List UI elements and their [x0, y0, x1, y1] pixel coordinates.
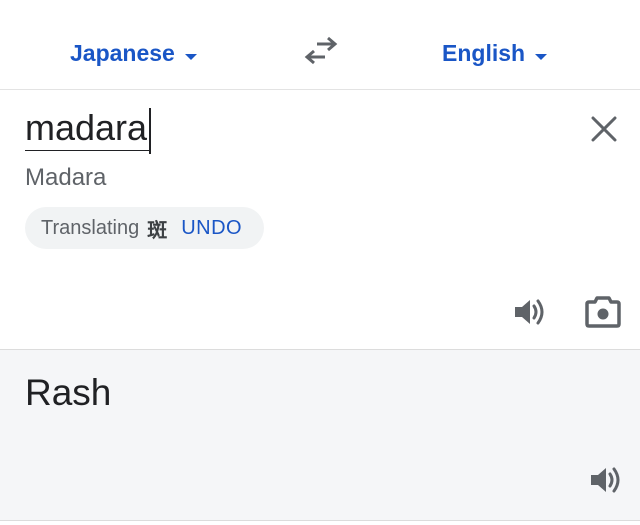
transliteration: Madara — [25, 164, 107, 191]
translation-result: Rash — [25, 372, 112, 413]
dropdown-caret-icon — [535, 53, 548, 60]
dropdown-caret-icon — [184, 53, 197, 60]
chip-kanji: 斑 — [147, 217, 168, 242]
text-cursor — [149, 108, 152, 154]
camera-icon[interactable] — [585, 295, 621, 329]
speaker-icon[interactable] — [588, 463, 622, 497]
close-icon[interactable] — [589, 114, 619, 144]
source-language-button[interactable]: Japanese — [70, 40, 197, 67]
source-panel: madara Madara Translating 斑 UNDO — [0, 90, 640, 350]
swap-arrows-icon[interactable] — [304, 36, 338, 66]
source-input-text[interactable]: madara — [25, 106, 150, 151]
result-panel: Rash — [0, 350, 640, 521]
target-language-button[interactable]: English — [442, 40, 548, 67]
language-bar: Japanese English — [0, 0, 640, 90]
chip-label: Translating — [41, 216, 140, 239]
speaker-icon[interactable] — [512, 295, 546, 329]
undo-button[interactable]: UNDO — [181, 217, 242, 240]
target-language-label: English — [442, 40, 526, 66]
translating-chip: Translating 斑 UNDO — [25, 207, 265, 249]
source-language-label: Japanese — [70, 40, 175, 66]
source-input[interactable]: madara — [25, 106, 152, 154]
